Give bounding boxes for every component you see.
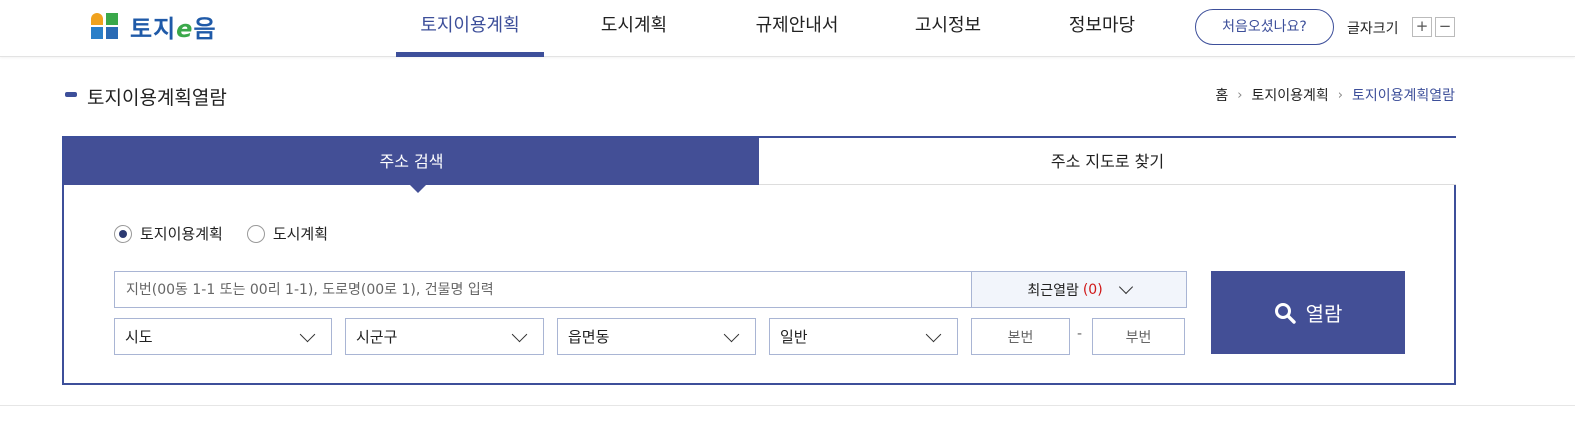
breadcrumb: 홈 › 토지이용계획 › 토지이용계획열람 (1215, 85, 1455, 105)
sido-select-value: 시도 (125, 328, 153, 346)
tab-indicator-icon (410, 185, 426, 193)
recent-views-dropdown[interactable]: 최근열람 (0) (971, 271, 1187, 308)
page-title: 토지이용계획열람 (87, 87, 227, 109)
radio-label-land-use-plan[interactable]: 토지이용계획 (140, 223, 223, 244)
main-number-input[interactable] (971, 318, 1070, 355)
nav-regulation-guide[interactable]: 규제안내서 (742, 0, 852, 57)
chevron-right-icon: › (1337, 87, 1343, 103)
site-header: 토지e음 토지이용계획 도시계획 규제안내서 고시정보 정보마당 처음오셨나요?… (0, 0, 1575, 57)
search-panel: 주소 검색 주소 지도로 찾기 토지이용계획 도시계획 최근열람 (0) 시도 … (62, 136, 1456, 385)
recent-views-count: (0) (1082, 281, 1103, 298)
logo-icon (90, 11, 120, 41)
nav-land-use-plan[interactable]: 토지이용계획 (396, 0, 544, 57)
recent-views-label: 최근열람 (1027, 282, 1079, 299)
chevron-down-icon (299, 326, 316, 342)
tab-address-search[interactable]: 주소 검색 (64, 138, 759, 185)
chevron-right-icon: › (1237, 87, 1243, 103)
breadcrumb-land-use-plan[interactable]: 토지이용계획 (1251, 85, 1328, 105)
chevron-down-icon (925, 326, 942, 342)
nav-urban-plan[interactable]: 도시계획 (582, 0, 686, 57)
site-logo[interactable]: 토지e음 (90, 11, 217, 43)
nav-notice-info[interactable]: 고시정보 (900, 0, 996, 57)
sigungu-select-value: 시군구 (356, 328, 398, 346)
sub-number-input[interactable] (1092, 318, 1185, 355)
first-visit-button[interactable]: 처음오셨나요? (1195, 9, 1334, 45)
section-divider (0, 405, 1575, 406)
chevron-down-icon (511, 326, 528, 342)
font-size-label: 글자크기 (1347, 21, 1399, 37)
eupmyeondong-select-value: 읍면동 (568, 328, 610, 346)
title-bar-icon (65, 92, 77, 97)
view-button-label: 열람 (1305, 302, 1343, 326)
tab-map-search[interactable]: 주소 지도로 찾기 (759, 138, 1456, 185)
chevron-down-icon (1118, 279, 1133, 295)
chevron-down-icon (723, 326, 740, 342)
plan-type-radio-group: 토지이용계획 도시계획 (114, 223, 352, 244)
sigungu-select[interactable]: 시군구 (345, 318, 544, 355)
eupmyeondong-select[interactable]: 읍면동 (557, 318, 756, 355)
number-separator: - (1077, 326, 1083, 342)
font-increase-button[interactable]: + (1412, 17, 1432, 37)
breadcrumb-current: 토지이용계획열람 (1351, 88, 1455, 104)
radio-land-use-plan[interactable] (114, 224, 132, 243)
view-button[interactable]: 열람 (1211, 271, 1405, 354)
nav-info-plaza[interactable]: 정보마당 (1050, 0, 1154, 57)
address-search-input[interactable] (114, 271, 972, 308)
radio-label-urban-plan[interactable]: 도시계획 (273, 223, 328, 244)
land-type-select[interactable]: 일반 (769, 318, 958, 355)
sido-select[interactable]: 시도 (114, 318, 332, 355)
search-icon (1274, 302, 1296, 324)
breadcrumb-home[interactable]: 홈 (1215, 85, 1228, 105)
land-type-select-value: 일반 (780, 328, 808, 346)
logo-text: 토지e음 (130, 14, 217, 43)
radio-urban-plan[interactable] (246, 224, 265, 243)
font-decrease-button[interactable]: − (1435, 17, 1455, 37)
